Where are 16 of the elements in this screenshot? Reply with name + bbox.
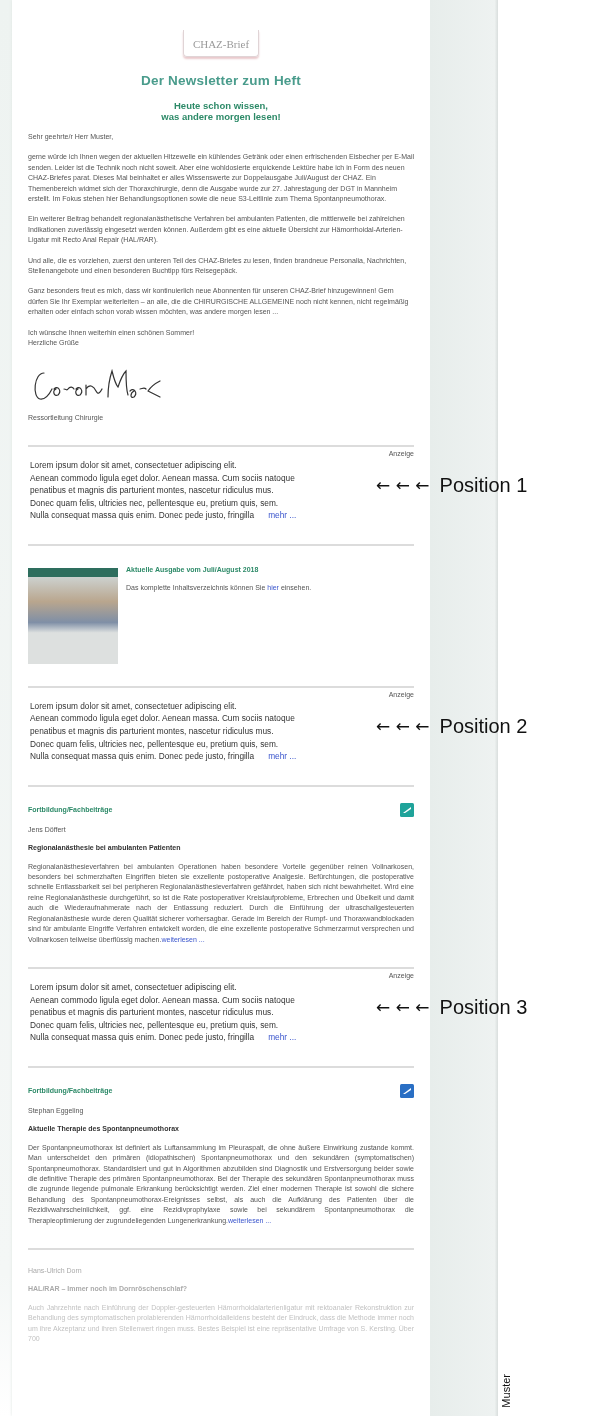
ad-text: Lorem ipsum dolor sit amet, consectetuer adipiscing elit. Aenean commodo ligula eget dolor. Aenean massa. Cum sociis natoque penatibus et magnis dis parturient montes, nascetur ridiculus mus. Donec quam felis, ultricies nec, pellentesque eu, pretium quis, sem. Nulla consequat massa quis enim. Donec pede justo, fringilla mehr ...	[30, 458, 297, 522]
ad-text: Lorem ipsum dolor sit amet, consectetuer adipiscing elit. Aenean commodo ligula eget dolor. Aenean massa. Cum sociis natoque penatibus et magnis dis parturient montes, nascetur ridiculus mus. Donec quam felis, ultricies nec, pellentesque eu, pretium quis, sem. Nulla consequat massa quis enim. Donec pede justo, fringilla mehr ...	[30, 699, 297, 763]
position-label: Position 1	[439, 473, 528, 497]
arrow-annotation: ← ← ←	[376, 716, 430, 737]
newsletter-headline: Der Newsletter zum Heft	[140, 73, 302, 88]
more-link[interactable]: mehr ...	[268, 510, 297, 521]
more-link[interactable]: mehr ...	[268, 751, 297, 762]
sample-mark: Muster	[500, 1374, 512, 1408]
ad-text: Lorem ipsum dolor sit amet, consectetuer adipiscing elit. Aenean commodo ligula eget dolor. Aenean massa. Cum sociis natoque penatibus et magnis dis parturient montes, nascetur ridiculus mus. Donec quam felis, ultricies nec, pellentesque eu, pretium quis, sem. Nulla consequat massa quis enim. Donec pede justo, fringilla mehr ...	[30, 980, 297, 1044]
position-label: Position 2	[439, 714, 528, 738]
newsletter-logo: CHAZ-Brief	[183, 30, 259, 57]
position-label: Position 3	[439, 995, 528, 1019]
tagline: Heute schon wissen, was andere morgen lesen!	[160, 100, 282, 122]
arrow-annotation: ← ← ←	[376, 997, 430, 1018]
arrow-annotation: ← ← ←	[376, 475, 430, 496]
more-link[interactable]: mehr ...	[268, 1032, 297, 1043]
